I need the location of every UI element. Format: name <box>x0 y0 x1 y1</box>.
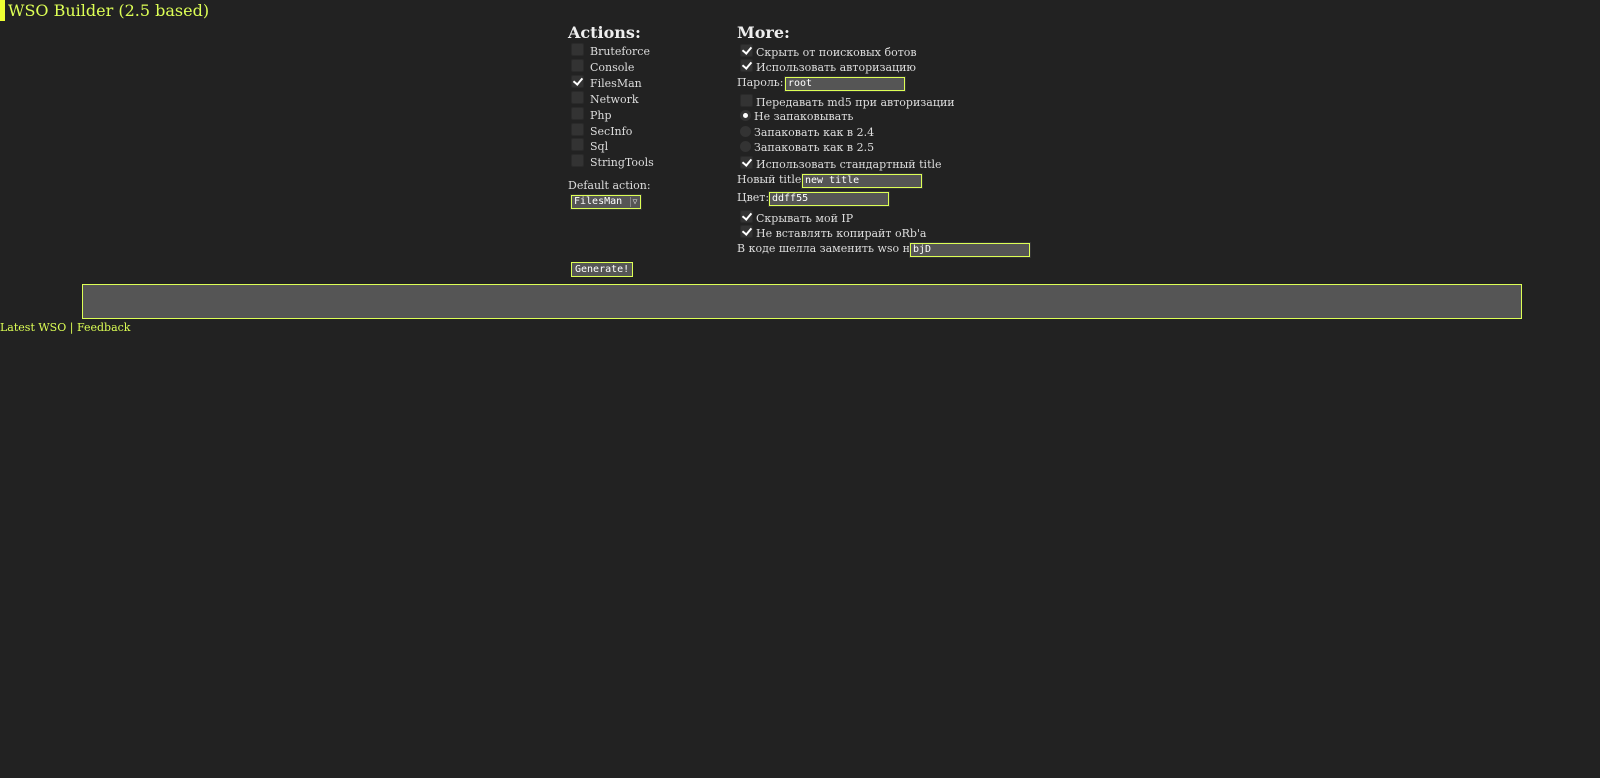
action-label: Php <box>590 108 612 122</box>
std-title-option[interactable]: Использовать стандартный title <box>740 156 942 171</box>
std-title-checkbox[interactable] <box>740 156 753 169</box>
action-checkbox[interactable] <box>571 138 584 152</box>
no-copyright-option[interactable]: Не вставлять копирайт oRb'a <box>740 225 927 240</box>
action-checkbox[interactable] <box>571 106 584 120</box>
hide-ip-checkbox[interactable] <box>740 210 753 223</box>
default-action-value: FilesMan <box>574 196 623 207</box>
action-checkbox[interactable] <box>571 43 584 56</box>
action-label: Console <box>590 60 635 74</box>
app-title: WSO Builder (2.5 based) <box>8 1 210 20</box>
pack-none-label: Не запаковывать <box>754 110 854 123</box>
action-option[interactable]: StringTools <box>571 154 654 169</box>
no-copyright-label: Не вставлять копирайт oRb'a <box>756 227 927 240</box>
use-auth-label: Использовать авторизацию <box>756 61 916 74</box>
more-heading: More: <box>737 23 790 42</box>
actions-section: Actions: <box>568 24 641 42</box>
new-title-label: Новый title: <box>737 173 806 186</box>
action-option[interactable]: Console <box>571 58 635 74</box>
replace-wso-label: В коде шелла заменить wso на: <box>737 242 921 255</box>
latest-wso-link[interactable]: Latest WSO <box>0 321 66 334</box>
std-title-label: Использовать стандартный title <box>756 158 942 171</box>
pack-25-label: Запаковать как в 2.5 <box>754 141 875 154</box>
action-option[interactable]: Network <box>571 90 639 106</box>
use-auth-option[interactable]: Использовать авторизацию <box>740 59 916 74</box>
action-label: SecInfo <box>590 124 633 138</box>
app-title-bar: WSO Builder (2.5 based) <box>0 0 209 21</box>
pack-24-radio[interactable] <box>740 126 751 137</box>
md5-label: Передавать md5 при авторизации <box>756 96 955 109</box>
replace-wso-input[interactable]: bjD <box>909 242 1031 258</box>
action-label: FilesMan <box>590 76 642 90</box>
action-label: StringTools <box>590 156 654 170</box>
action-checkbox[interactable] <box>571 122 584 136</box>
password-label: Пароль: <box>737 76 784 89</box>
action-checkbox[interactable] <box>571 90 584 104</box>
footer-separator: | <box>69 321 74 334</box>
footer: Latest WSO | Feedback <box>0 320 130 335</box>
pack-25-option[interactable]: Запаковать как в 2.5 <box>740 140 874 155</box>
hide-bots-option[interactable]: Скрыть от поисковых ботов <box>740 44 917 59</box>
output-textarea[interactable] <box>82 284 1522 319</box>
action-checkbox[interactable] <box>571 74 584 88</box>
use-auth-checkbox[interactable] <box>740 59 753 72</box>
action-option[interactable]: FilesMan <box>571 74 642 90</box>
action-label: Sql <box>590 140 609 154</box>
action-checkbox[interactable] <box>571 58 584 72</box>
pack-none-option[interactable]: Не запаковывать <box>740 109 853 124</box>
hide-bots-label: Скрыть от поисковых ботов <box>756 46 917 59</box>
default-action-label: Default action: <box>568 179 651 192</box>
action-label: Bruteforce <box>590 45 650 58</box>
pack-none-radio[interactable] <box>740 110 751 121</box>
action-option[interactable]: Sql <box>571 138 608 153</box>
pack-25-radio[interactable] <box>740 141 751 152</box>
pack-24-option[interactable]: Запаковать как в 2.4 <box>740 125 874 140</box>
action-option[interactable]: Php <box>571 106 612 122</box>
action-label: Network <box>590 92 639 106</box>
password-input[interactable]: root <box>784 76 906 92</box>
md5-checkbox[interactable] <box>740 94 753 107</box>
more-section: More: <box>737 24 790 42</box>
action-option[interactable]: SecInfo <box>571 122 633 138</box>
hide-ip-option[interactable]: Скрывать мой IP <box>740 210 853 225</box>
pack-24-label: Запаковать как в 2.4 <box>754 126 875 139</box>
action-checkbox[interactable] <box>571 154 584 168</box>
hide-ip-label: Скрывать мой IP <box>756 212 854 225</box>
color-input[interactable]: ddff55 <box>768 191 890 207</box>
md5-option[interactable]: Передавать md5 при авторизации <box>740 94 955 109</box>
default-action-select[interactable]: FilesMan ▽ <box>570 194 642 210</box>
color-label: Цвет: <box>737 191 770 204</box>
hide-bots-checkbox[interactable] <box>740 44 753 57</box>
new-title-input[interactable]: new title <box>801 173 923 189</box>
feedback-link[interactable]: Feedback <box>77 321 131 334</box>
generate-button[interactable]: Generate! <box>571 262 634 277</box>
actions-heading: Actions: <box>568 23 641 42</box>
action-option[interactable]: Bruteforce <box>571 43 650 58</box>
chevron-down-icon: ▽ <box>630 197 639 207</box>
no-copyright-checkbox[interactable] <box>740 225 753 238</box>
